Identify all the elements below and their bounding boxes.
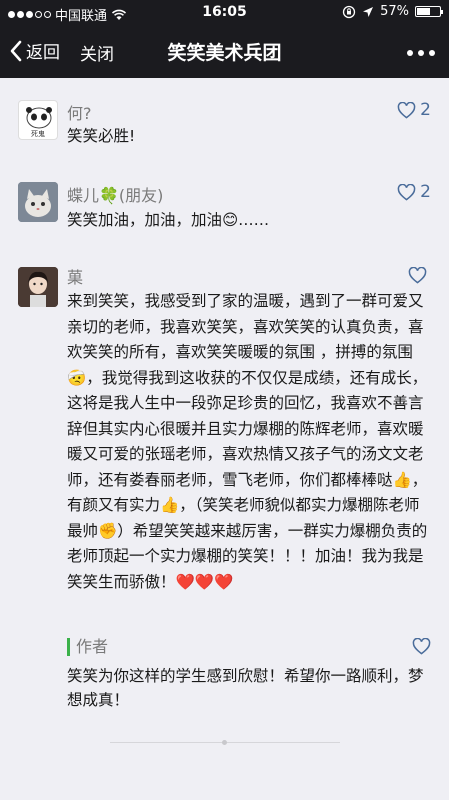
commenter-name: 何?: [67, 104, 92, 123]
location-arrow-icon: [363, 6, 374, 17]
svg-text:死鬼: 死鬼: [31, 129, 45, 138]
heart-icon: [412, 638, 431, 655]
heart-icon: [397, 183, 416, 201]
girl-avatar[interactable]: [18, 267, 58, 307]
reply-author-label: 作者: [67, 638, 435, 656]
like-button[interactable]: [408, 267, 431, 284]
like-count: 2: [420, 100, 431, 120]
like-button[interactable]: [412, 638, 431, 655]
cat-avatar[interactable]: [18, 182, 58, 222]
like-count: 2: [420, 182, 431, 202]
end-divider-dot: [222, 740, 227, 745]
status-bar: 中国联通 16:05 57%: [0, 0, 449, 26]
commenter-name: 菓: [67, 268, 84, 287]
reply-text: 笑笑为你这样的学生感到欣慰！希望你一路顺利，梦想成真！: [67, 667, 424, 709]
more-icon[interactable]: [407, 50, 435, 56]
comment-text: 笑笑必胜!: [67, 127, 136, 145]
rotation-lock-icon: [342, 5, 356, 18]
panda-avatar[interactable]: 死鬼: [18, 100, 58, 140]
author-reply: 作者 笑笑为你这样的学生感到欣慰！希望你一路顺利，梦想成真！: [67, 638, 435, 712]
like-button[interactable]: 2: [397, 100, 431, 120]
navigation-bar: 返回 关闭 笑笑美术兵团: [0, 26, 449, 78]
comment-text: 笑笑加油，加油，加油😊……: [67, 211, 270, 229]
heart-icon: [408, 267, 427, 284]
page-title: 笑笑美术兵团: [167, 42, 282, 64]
commenter-name: 蝶儿🍀(朋友): [67, 186, 164, 205]
heart-icon: [397, 101, 416, 119]
like-button[interactable]: 2: [397, 182, 431, 202]
battery-percent: 57%: [380, 4, 409, 19]
comment-text: 来到笑笑，我感受到了家的温暖，遇到了一群可爱又亲切的老师，我喜欢笑笑，喜欢笑笑的…: [67, 292, 428, 591]
battery-icon: [415, 6, 443, 17]
